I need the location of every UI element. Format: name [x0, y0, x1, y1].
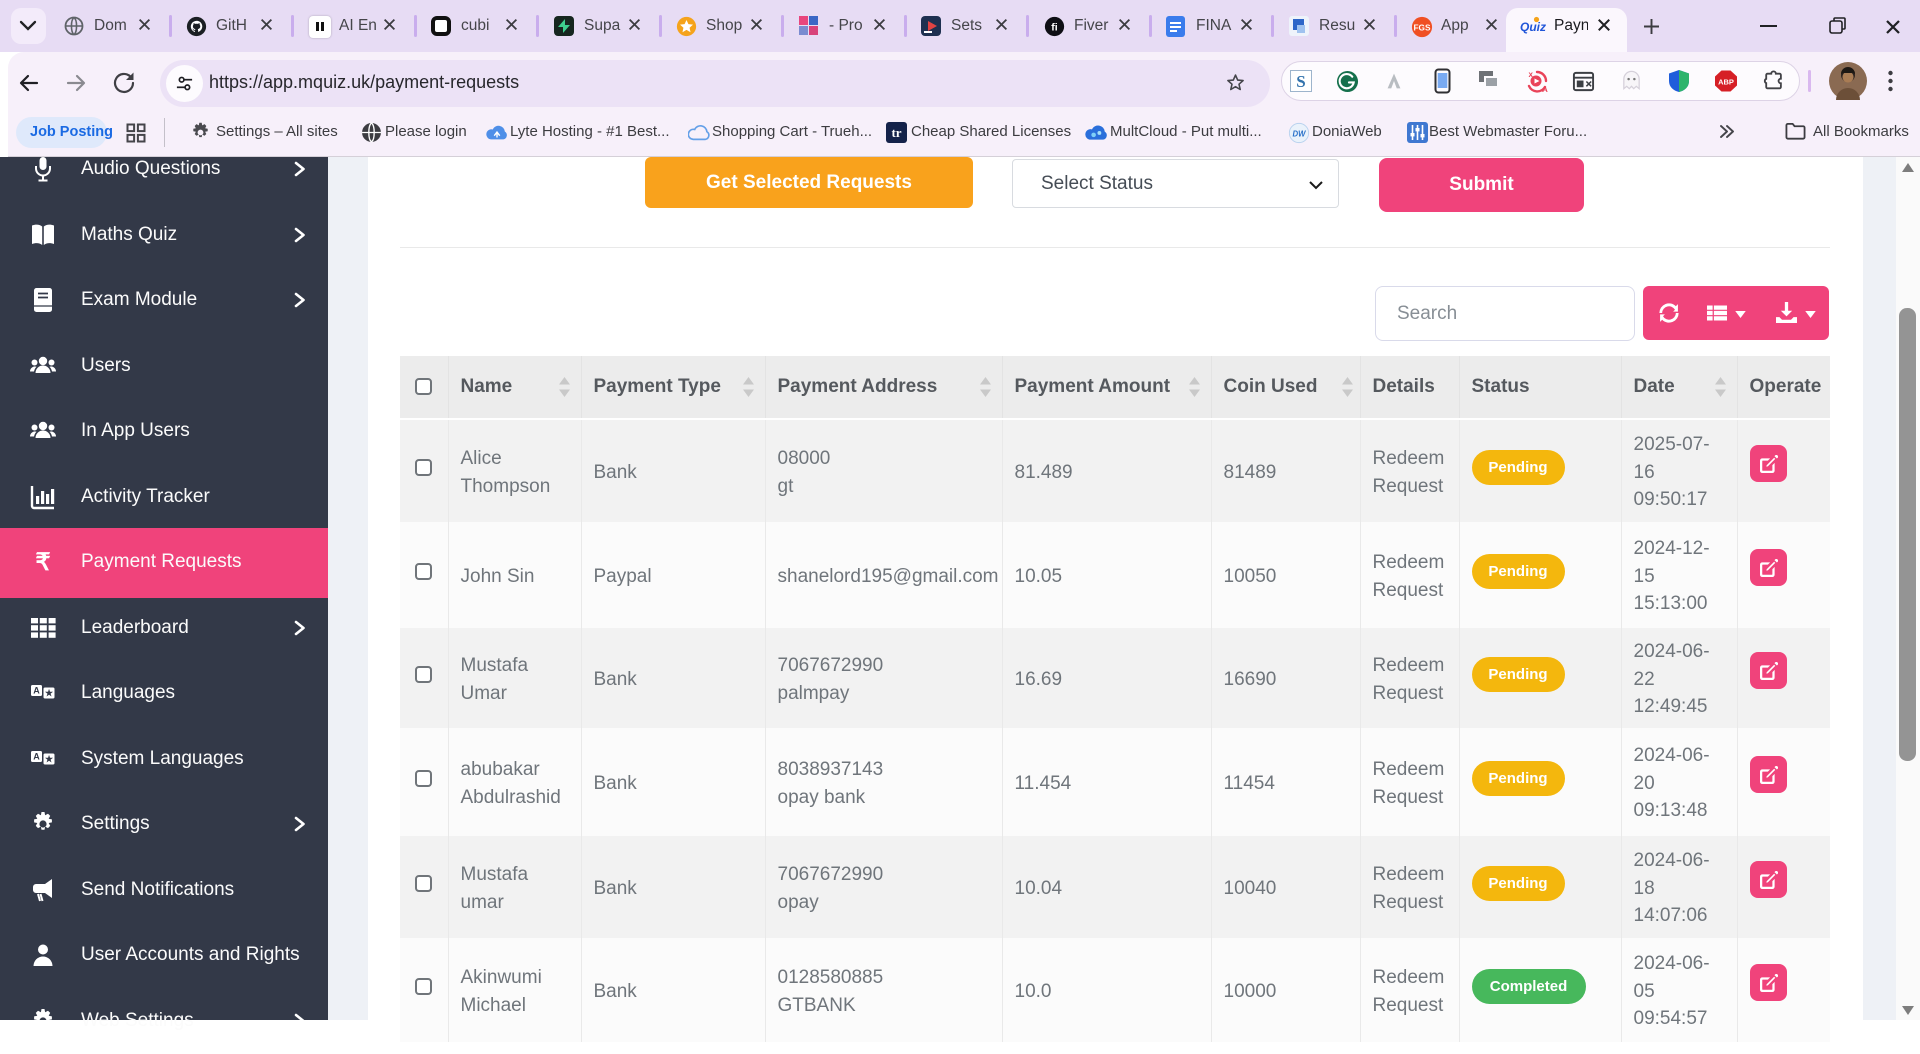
svg-text:★: ★: [45, 754, 54, 764]
svg-text:A: A: [33, 751, 40, 761]
svg-text:DW: DW: [1293, 130, 1307, 139]
svg-text:A: A: [1542, 85, 1548, 93]
svg-text:ABP: ABP: [1718, 78, 1734, 87]
svg-text:fi: fi: [1051, 21, 1057, 33]
svg-text:Quiz: Quiz: [1520, 20, 1546, 34]
svg-text:FGS: FGS: [1414, 24, 1431, 33]
svg-text:₹: ₹: [35, 549, 50, 575]
svg-text:x: x: [1529, 70, 1534, 79]
svg-text:S: S: [1296, 72, 1305, 91]
svg-text:A: A: [33, 686, 40, 696]
svg-text:★: ★: [45, 688, 54, 698]
